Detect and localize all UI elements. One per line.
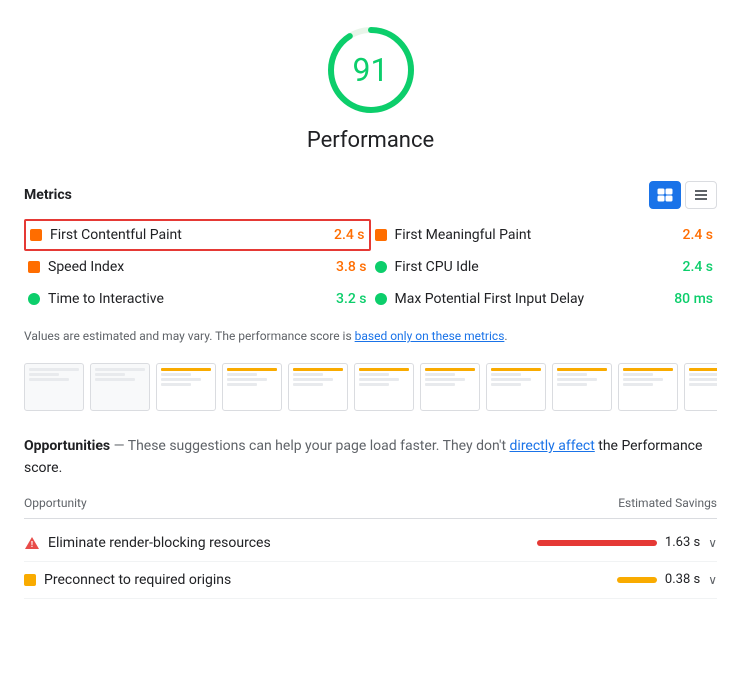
warning-triangle-icon: ! <box>24 535 40 551</box>
performance-label: Performance <box>307 128 434 153</box>
metric-first-cpu-idle: First CPU Idle 2.4 s <box>371 251 718 283</box>
opp-item-render-blocking: ! Eliminate render-blocking resources 1.… <box>24 525 717 562</box>
metric-value-fmp: 2.4 s <box>683 227 714 243</box>
opp-item-preconnect: Preconnect to required origins 0.38 s ∨ <box>24 562 717 599</box>
metric-speed-index: Speed Index 3.8 s <box>24 251 371 283</box>
score-circle: 91 <box>321 20 421 120</box>
filmstrip-frame-7 <box>420 363 480 411</box>
metric-name-fci: First CPU Idle <box>395 259 675 275</box>
metric-dot-fid <box>375 293 387 305</box>
filmstrip-frame-10 <box>618 363 678 411</box>
filmstrip-frame-11 <box>684 363 717 411</box>
metric-dot-tti <box>28 293 40 305</box>
metric-dot-fmp <box>375 229 387 241</box>
metric-dot-fci <box>375 261 387 273</box>
metric-first-meaningful-paint: First Meaningful Paint 2.4 s <box>371 219 718 251</box>
directly-affect-link[interactable]: directly affect <box>510 438 595 454</box>
metric-name-tti: Time to Interactive <box>48 291 328 307</box>
metric-value-si: 3.8 s <box>336 259 367 275</box>
metric-name-fcp: First Contentful Paint <box>50 227 326 243</box>
opp-bar-preconnect <box>617 577 657 583</box>
metric-first-contentful-paint: First Contentful Paint 2.4 s <box>24 219 371 251</box>
filmstrip <box>24 359 717 415</box>
filmstrip-frame-1 <box>24 363 84 411</box>
score-value: 91 <box>353 51 389 89</box>
grid-view-button[interactable] <box>649 181 681 209</box>
filmstrip-frame-5 <box>288 363 348 411</box>
opp-expand-render-blocking[interactable]: ∨ <box>708 536 717 550</box>
opp-name-preconnect: Preconnect to required origins <box>44 572 609 588</box>
filmstrip-frame-4 <box>222 363 282 411</box>
metrics-grid: First Contentful Paint 2.4 s First Meani… <box>24 219 717 315</box>
grid-icon <box>657 188 673 202</box>
opp-name-render-blocking: Eliminate render-blocking resources <box>48 535 529 551</box>
opp-bar-container-render-blocking: 1.63 s ∨ <box>537 535 717 550</box>
metric-value-fcp: 2.4 s <box>334 227 365 243</box>
score-section: 91 Performance <box>24 20 717 169</box>
opp-value-render-blocking: 1.63 s <box>665 535 700 550</box>
metric-name-si: Speed Index <box>48 259 328 275</box>
metrics-info-text: Values are estimated and may vary. The p… <box>24 327 717 345</box>
filmstrip-frame-2 <box>90 363 150 411</box>
metric-name-fid: Max Potential First Input Delay <box>395 291 667 307</box>
metrics-header: Metrics <box>24 181 717 209</box>
metric-time-to-interactive: Time to Interactive 3.2 s <box>24 283 371 315</box>
opportunities-table-header: Opportunity Estimated Savings <box>24 492 717 519</box>
opportunities-header: Opportunities — These suggestions can he… <box>24 435 717 480</box>
metric-dot-fcp <box>30 229 42 241</box>
list-view-button[interactable] <box>685 181 717 209</box>
metric-max-fid: Max Potential First Input Delay 80 ms <box>371 283 718 315</box>
opp-expand-preconnect[interactable]: ∨ <box>708 573 717 587</box>
metrics-title: Metrics <box>24 187 72 203</box>
metrics-link[interactable]: based only on these metrics <box>355 329 505 343</box>
metric-value-tti: 3.2 s <box>336 291 367 307</box>
opportunities-subtitle: — These suggestions can help your page l… <box>110 438 509 454</box>
metric-value-fci: 2.4 s <box>683 259 714 275</box>
view-toggle <box>649 181 717 209</box>
filmstrip-frame-3 <box>156 363 216 411</box>
filmstrip-frame-9 <box>552 363 612 411</box>
metric-name-fmp: First Meaningful Paint <box>395 227 675 243</box>
metric-dot-si <box>28 261 40 273</box>
opp-value-preconnect: 0.38 s <box>665 572 700 587</box>
svg-text:!: ! <box>31 540 33 549</box>
square-orange-icon <box>24 574 36 586</box>
metric-value-fid: 80 ms <box>674 291 713 307</box>
opp-bar-container-preconnect: 0.38 s ∨ <box>617 572 717 587</box>
opportunities-title: Opportunities <box>24 438 110 454</box>
filmstrip-frame-8 <box>486 363 546 411</box>
opp-col-name: Opportunity <box>24 496 87 510</box>
opp-bar-render-blocking <box>537 540 657 546</box>
list-icon <box>693 188 709 202</box>
opp-col-savings: Estimated Savings <box>618 496 717 510</box>
filmstrip-frame-6 <box>354 363 414 411</box>
